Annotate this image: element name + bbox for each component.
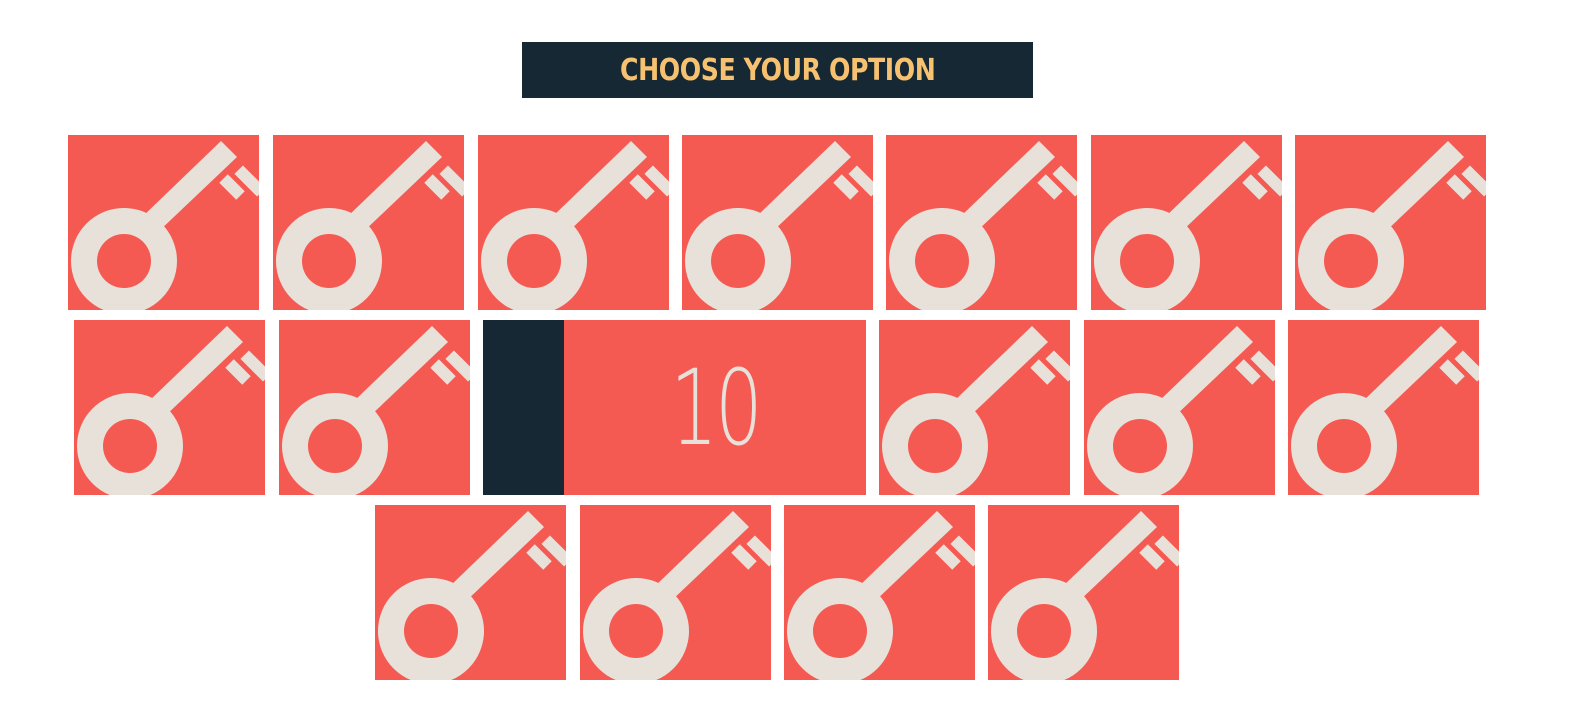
key-tile-16[interactable] xyxy=(988,505,1179,680)
key-tile-9[interactable] xyxy=(279,320,470,495)
key-tile-5[interactable] xyxy=(886,135,1077,310)
key-tile-12[interactable] xyxy=(1288,320,1479,495)
key-tile-11[interactable] xyxy=(1084,320,1275,495)
key-tile-3[interactable] xyxy=(478,135,669,310)
key-tile-7[interactable] xyxy=(1295,135,1486,310)
key-tile-10[interactable] xyxy=(879,320,1070,495)
title-banner: CHOOSE YOUR OPTION xyxy=(522,42,1033,98)
page-title: CHOOSE YOUR OPTION xyxy=(619,52,936,88)
key-tile-14[interactable] xyxy=(580,505,771,680)
game-board: CHOOSE YOUR OPTION 10 xyxy=(0,0,1582,728)
revealed-tile[interactable]: 10 xyxy=(483,320,866,495)
key-tile-6[interactable] xyxy=(1091,135,1282,310)
key-tile-1[interactable] xyxy=(68,135,259,310)
key-tile-8[interactable] xyxy=(74,320,265,495)
key-tile-13[interactable] xyxy=(375,505,566,680)
key-tile-2[interactable] xyxy=(273,135,464,310)
key-tile-4[interactable] xyxy=(682,135,873,310)
key-tile-15[interactable] xyxy=(784,505,975,680)
revealed-tile-panel xyxy=(483,320,564,495)
revealed-tile-value: 10 xyxy=(670,346,762,469)
